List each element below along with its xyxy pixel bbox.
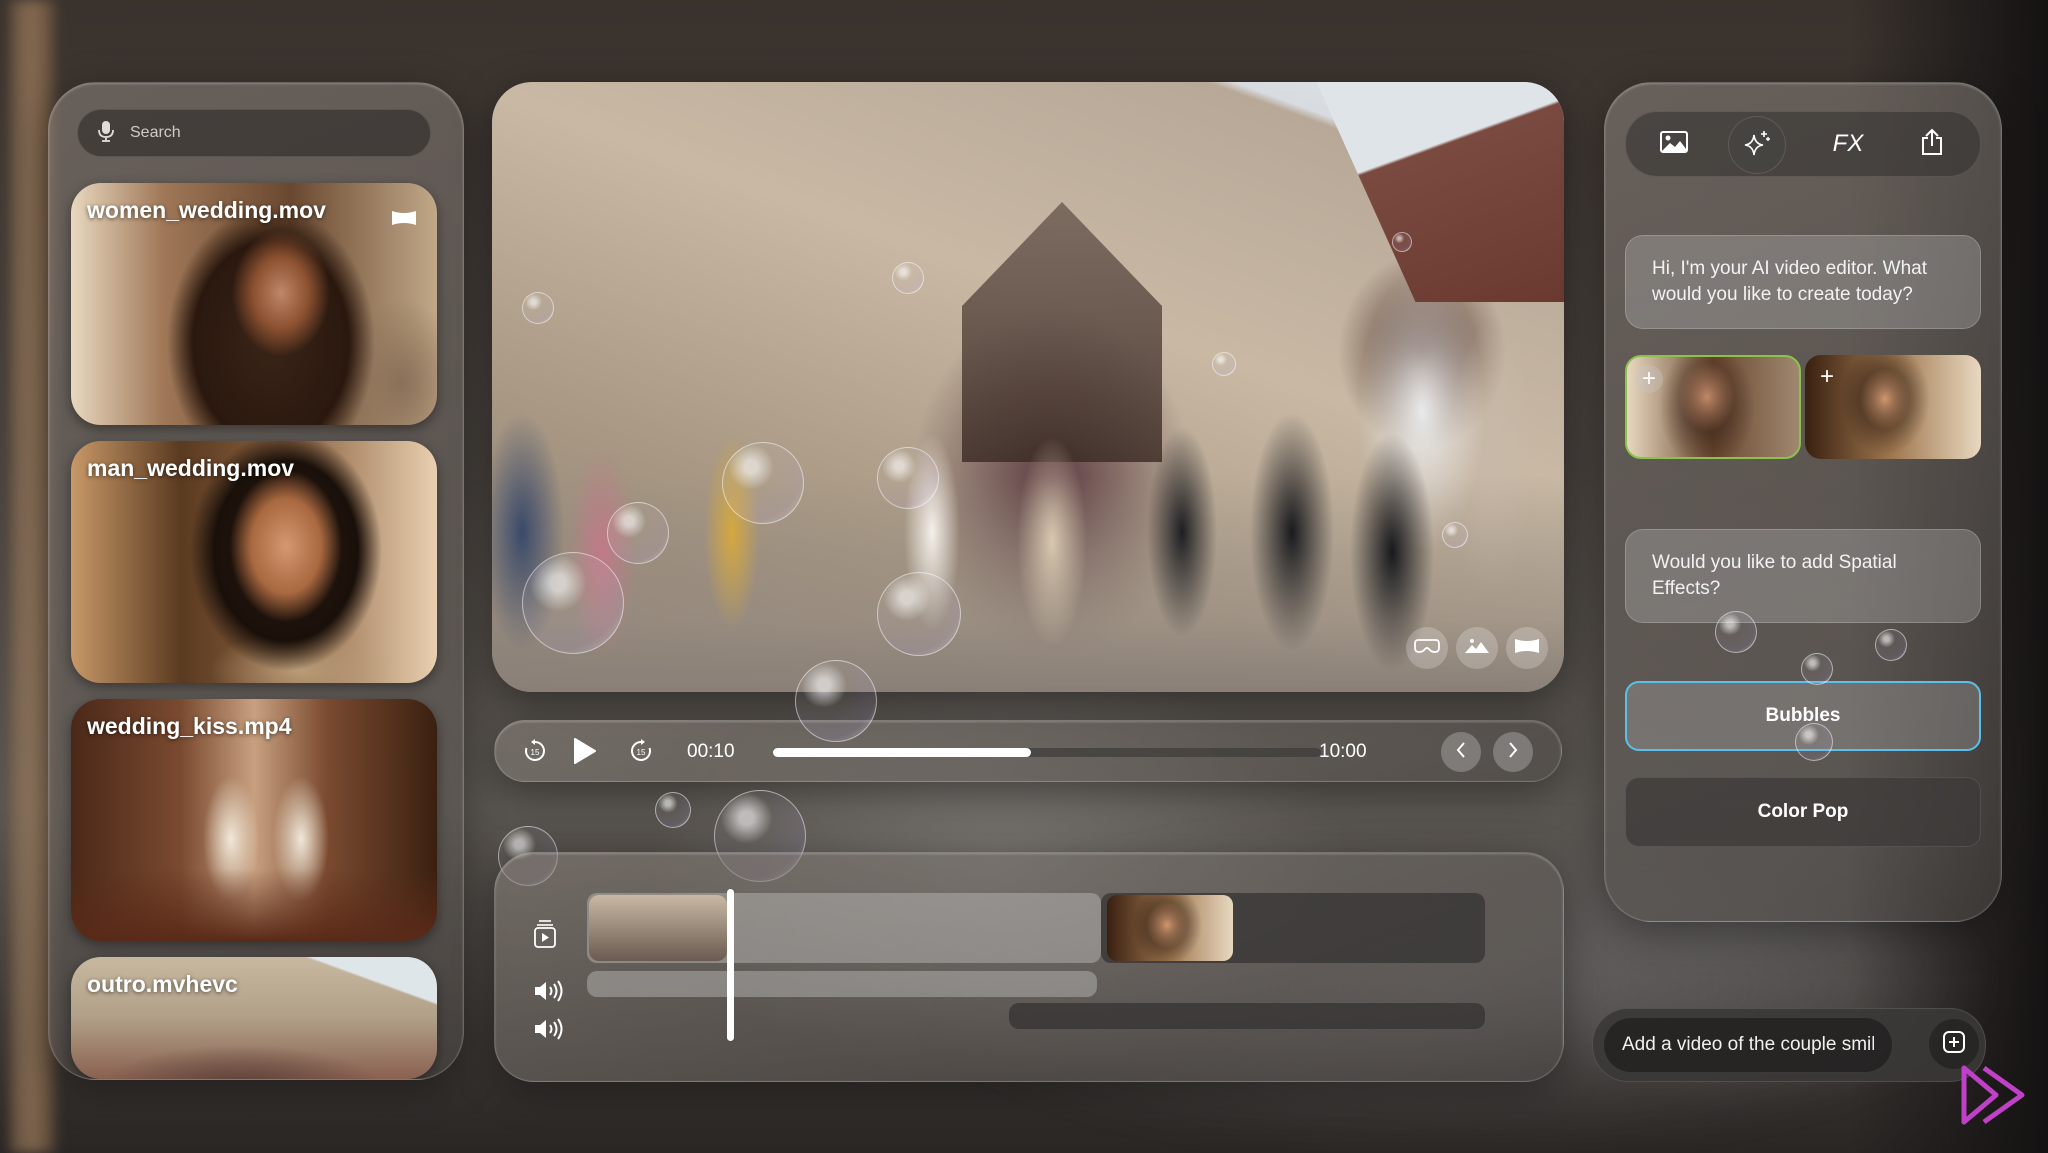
bubble-effect (607, 502, 669, 564)
panorama-view-button[interactable] (1506, 627, 1548, 669)
media-library-panel: women_wedding.mov man_wedding.mov weddin… (48, 82, 464, 1080)
bubble-effect (522, 552, 624, 654)
skip-back-15-icon: 15 (523, 739, 547, 768)
total-time: 10:00 (1319, 741, 1367, 762)
previous-button[interactable] (1441, 732, 1481, 772)
panorama-icon (1514, 637, 1540, 660)
immersive-headset-icon (1414, 638, 1440, 659)
ai-assistant-panel: FX Hi, I'm your AI video editor. What wo… (1604, 82, 2002, 922)
bubble-effect (1442, 522, 1468, 548)
progress-slider[interactable] (773, 748, 1321, 757)
bubble-effect (877, 447, 939, 509)
bubble-effect (1392, 232, 1412, 252)
microphone-icon[interactable] (98, 120, 114, 147)
attachment-man-wedding[interactable]: + (1805, 355, 1981, 459)
svg-text:15: 15 (637, 748, 646, 757)
prompt-input[interactable] (1603, 1017, 1893, 1073)
play-icon (573, 737, 597, 770)
attachment-women-wedding[interactable]: + (1625, 355, 1801, 459)
bubble-effect (722, 442, 804, 524)
church-roof (1316, 82, 1564, 302)
ai-message: Would you like to add Spatial Effects? (1625, 529, 1981, 623)
clip-thumbnail-man-smiling[interactable] (1107, 895, 1233, 961)
play-button[interactable] (573, 737, 597, 770)
ai-toolbar: FX (1625, 111, 1981, 177)
svg-text:15: 15 (531, 748, 540, 757)
ai-message: Hi, I'm your AI video editor. What would… (1625, 235, 1981, 329)
media-button[interactable] (1646, 116, 1702, 172)
plus-square-icon (1942, 1030, 1966, 1059)
photo-view-button[interactable] (1456, 627, 1498, 669)
spatial-video-icon (391, 209, 417, 232)
library-clip[interactable]: women_wedding.mov (71, 183, 437, 425)
audio-track-1[interactable] (587, 971, 1097, 997)
audio-track-2[interactable] (1009, 1003, 1485, 1029)
bubble-effect (1801, 653, 1833, 685)
immersive-view-button[interactable] (1406, 627, 1448, 669)
option-color-pop-button[interactable]: Color Pop (1625, 777, 1981, 847)
skip-back-button[interactable]: 15 (523, 739, 547, 768)
sparkles-icon (1743, 129, 1771, 162)
clip-title: wedding_kiss.mp4 (87, 713, 292, 739)
search-field[interactable] (77, 109, 431, 157)
timeline-panel (494, 852, 1564, 1082)
bubble-effect (1795, 723, 1833, 761)
share-icon (1920, 128, 1944, 161)
bubble-effect (1715, 611, 1757, 653)
prompt-bar (1592, 1008, 1986, 1082)
playback-bar: 15 15 00:10 10:00 (494, 720, 1562, 782)
current-time: 00:10 (687, 741, 735, 762)
ai-generate-button[interactable] (1728, 116, 1786, 174)
playhead[interactable] (727, 889, 734, 1041)
next-button[interactable] (1493, 732, 1533, 772)
add-attachment-icon[interactable]: + (1813, 363, 1841, 391)
share-button[interactable] (1904, 116, 1960, 172)
library-clip[interactable]: man_wedding.mov (71, 441, 437, 683)
clip-thumbnail-church-exit[interactable] (589, 895, 727, 961)
bubble-effect (795, 660, 877, 742)
image-icon (1660, 130, 1688, 158)
library-clip[interactable]: wedding_kiss.mp4 (71, 699, 437, 941)
bubble-effect (655, 792, 691, 828)
library-clip[interactable]: outro.mvhevc (71, 957, 437, 1079)
clip-title: outro.mvhevc (87, 971, 238, 997)
brand-logo (1960, 1064, 2030, 1131)
bubble-effect (892, 262, 924, 294)
video-stack-icon (533, 919, 557, 954)
photo-mountains-icon (1464, 638, 1490, 659)
search-input[interactable] (128, 123, 392, 143)
progress-fill (773, 748, 1031, 757)
chevron-right-icon (1507, 741, 1519, 764)
fx-label: FX (1832, 130, 1864, 157)
bubble-effect (522, 292, 554, 324)
video-preview[interactable] (492, 82, 1564, 692)
skip-forward-button[interactable]: 15 (629, 739, 653, 768)
clip-title: women_wedding.mov (87, 197, 326, 223)
bubble-effect (877, 572, 961, 656)
add-attachment-icon[interactable]: + (1635, 365, 1663, 393)
skip-forward-15-icon: 15 (629, 739, 653, 768)
bubble-effect (1875, 629, 1907, 661)
chevron-left-icon (1455, 741, 1467, 764)
speaker-wave-icon[interactable] (533, 979, 565, 1008)
clip-title: man_wedding.mov (87, 455, 295, 481)
add-prompt-button[interactable] (1929, 1019, 1979, 1069)
bubble-effect (1212, 352, 1236, 376)
speaker-wave-icon[interactable] (533, 1017, 565, 1046)
fx-button[interactable]: FX (1820, 116, 1876, 172)
